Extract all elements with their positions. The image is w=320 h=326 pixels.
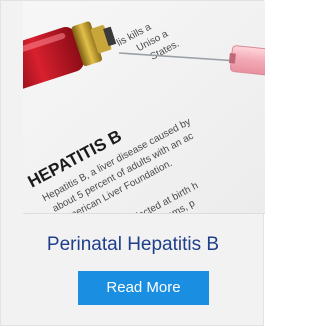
article-image[interactable]: lis kills a Uniso a States. HEPATITIS B … — [23, 1, 265, 214]
hepatitis-b-photo: lis kills a Uniso a States. HEPATITIS B … — [23, 1, 265, 213]
read-more-button[interactable]: Read More — [78, 271, 209, 305]
article-title[interactable]: Perinatal Hepatitis B — [1, 233, 265, 257]
article-card: lis kills a Uniso a States. HEPATITIS B … — [0, 0, 265, 326]
